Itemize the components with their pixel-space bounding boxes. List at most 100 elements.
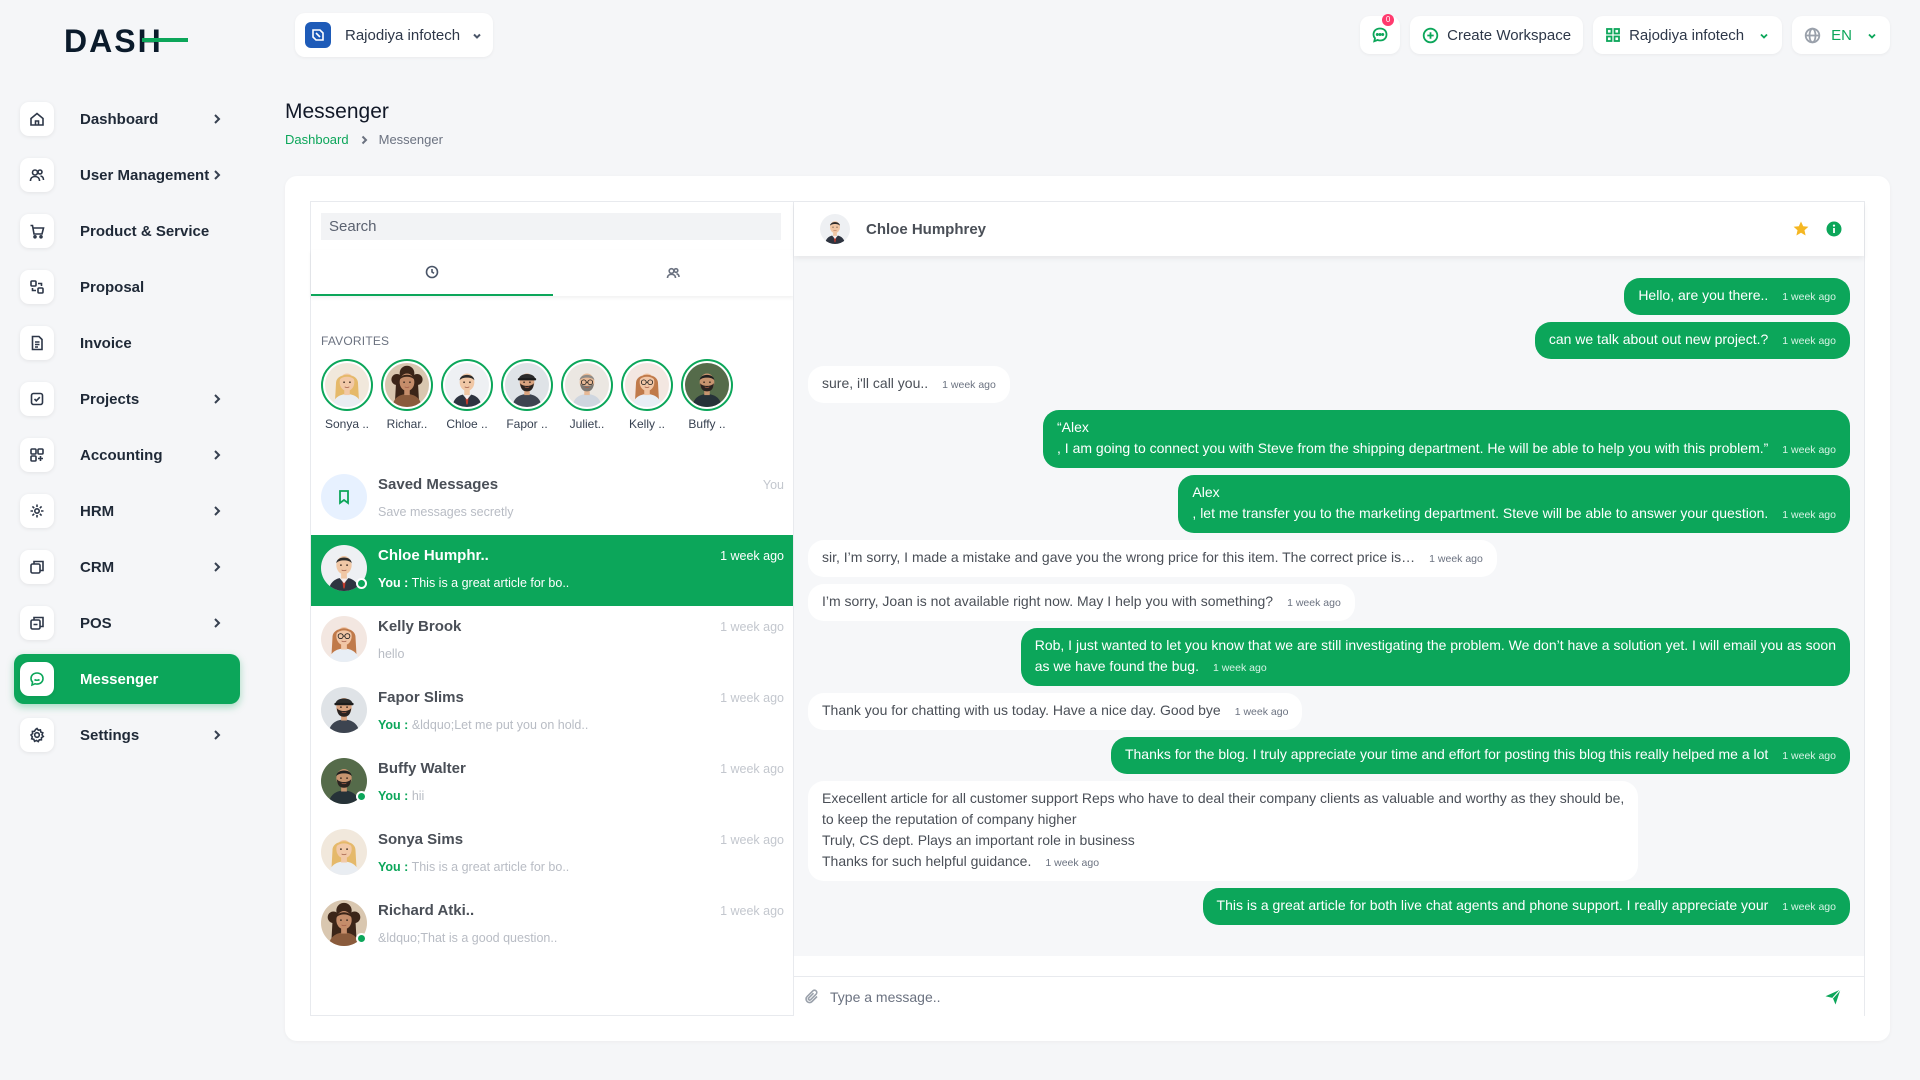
message-bubble[interactable]: sir, I’m sorry, I made a mistake and gav… <box>808 540 1497 577</box>
favorite-contact[interactable]: Buffy .. <box>681 359 733 431</box>
conversation-item[interactable]: Chloe Humphr.. You : This is a great arti… <box>311 535 794 606</box>
message-bubble[interactable]: This is a great article for both live ch… <box>1202 888 1850 925</box>
message-line: to keep the reputation of company higher <box>822 809 1624 830</box>
conversation-item[interactable]: Fapor Slims You : &ldquo;Let me put you o… <box>311 677 794 748</box>
favorite-contact[interactable]: Chloe .. <box>441 359 493 431</box>
language-label: EN <box>1831 26 1852 44</box>
message-bubble[interactable]: I’m sorry, Joan is not available right n… <box>808 584 1355 621</box>
conversation-item[interactable]: Kelly Brook hello 1 week ago <box>311 606 794 677</box>
sidebar-item-settings[interactable]: Settings <box>14 710 240 760</box>
accounting-icon <box>20 438 54 472</box>
chevron-down-icon <box>471 29 483 41</box>
sent-message-row: “Alex , I am going to connect you with St… <box>808 410 1850 468</box>
conversation-item[interactable]: Richard Atki.. &ldquo;That is a good ques… <box>311 890 794 961</box>
sidebar-item-hrm[interactable]: HRM <box>14 486 240 536</box>
info-icon[interactable] <box>1826 221 1842 237</box>
message-line: sure, i'll call you.. 1 week ago <box>822 373 996 396</box>
messages-notification-button[interactable]: 0 <box>1360 14 1401 54</box>
message-composer <box>794 976 1864 1016</box>
favorite-name: Buffy .. <box>688 417 726 431</box>
sidebar-item-pos[interactable]: POS <box>14 598 240 648</box>
dash-logo: DASH <box>64 23 188 58</box>
received-message-row: sure, i'll call you.. 1 week ago <box>808 366 1850 403</box>
sidebar-item-dashboard[interactable]: Dashboard <box>14 94 240 144</box>
workspace-selector[interactable]: Rajodiya infotech <box>295 13 493 57</box>
projects-icon <box>20 382 54 416</box>
sidebar: Dashboard User Management Product & Servic… <box>14 94 240 766</box>
message-bubble[interactable]: Thank you for chatting with us today. Ha… <box>808 693 1303 730</box>
favorite-contact[interactable]: Richar.. <box>381 359 433 431</box>
conversation-item[interactable]: Buffy Walter You : hii 1 week ago <box>311 748 794 819</box>
create-workspace-button[interactable]: Create Workspace <box>1410 16 1584 54</box>
proposal-icon <box>20 270 54 304</box>
avatar <box>621 359 673 411</box>
favorite-contact[interactable]: Fapor .. <box>501 359 553 431</box>
sidebar-item-proposal[interactable]: Proposal <box>14 262 240 312</box>
message-line: Hello, are you there.. 1 week ago <box>1638 285 1836 308</box>
preview-text: &ldquo;That is a good question.. <box>378 931 558 945</box>
message-time: 1 week ago <box>1429 553 1483 565</box>
workspace-switcher-label: Rajodiya infotech <box>1629 26 1745 44</box>
message-bubble[interactable]: Alex , let me transfer you to the marketi… <box>1178 475 1850 533</box>
sidebar-item-label: Settings <box>80 726 140 744</box>
sidebar-item-label: Invoice <box>80 334 132 352</box>
conversation-preview: You : This is a great article for bo.. <box>378 860 784 874</box>
you-label: You : <box>378 718 409 732</box>
favorite-contact[interactable]: Juliet.. <box>561 359 613 431</box>
chevron-right-icon <box>210 448 224 462</box>
invoice-icon <box>20 326 54 360</box>
pos-icon <box>20 606 54 640</box>
breadcrumb-dashboard-link[interactable]: Dashboard <box>285 132 349 147</box>
message-bubble[interactable]: Thanks for the blog. I truly appreciate … <box>1110 737 1850 774</box>
send-icon[interactable] <box>1824 988 1842 1006</box>
sidebar-item-crm[interactable]: CRM <box>14 542 240 592</box>
saved-messages-item[interactable]: Saved Messages Save messages secretly Yo… <box>311 464 794 535</box>
chevron-right-icon <box>210 168 224 182</box>
breadcrumb: Dashboard Messenger <box>285 132 443 147</box>
sidebar-item-label: Product & Service <box>80 222 210 240</box>
attachment-icon[interactable] <box>804 988 822 1006</box>
message-bubble[interactable]: “Alex , I am going to connect you with St… <box>1043 410 1850 468</box>
online-status-dot <box>356 933 367 944</box>
message-text: Alex <box>1192 484 1220 500</box>
message-bubble[interactable]: Execellent article for all customer supp… <box>808 781 1639 881</box>
avatar <box>501 359 553 411</box>
you-label: You : <box>378 860 409 874</box>
sidebar-item-label: Accounting <box>80 446 163 464</box>
language-selector[interactable]: EN <box>1792 16 1890 54</box>
sidebar-item-product-service[interactable]: Product & Service <box>14 206 240 256</box>
message-bubble[interactable]: Hello, are you there.. 1 week ago <box>1624 278 1850 315</box>
message-bubble[interactable]: Rob, I just wanted to let you know that … <box>1020 628 1850 686</box>
favorite-contact[interactable]: Sonya .. <box>321 359 373 431</box>
message-line: , I am going to connect you with Steve f… <box>1057 438 1836 461</box>
conversation-preview: &ldquo;That is a good question.. <box>378 931 784 945</box>
sidebar-item-messenger[interactable]: Messenger <box>14 654 240 704</box>
sidebar-item-projects[interactable]: Projects <box>14 374 240 424</box>
message-line: can we talk about out new project.? 1 wee… <box>1549 329 1836 352</box>
message-line: Thank you for chatting with us today. Ha… <box>822 700 1288 723</box>
avatar <box>321 545 367 591</box>
message-bubble[interactable]: sure, i'll call you.. 1 week ago <box>808 366 1010 403</box>
message-text: Thanks for such helpful guidance. <box>822 853 1032 869</box>
sidebar-item-accounting[interactable]: Accounting <box>14 430 240 480</box>
tab-recent[interactable] <box>311 250 553 296</box>
topbar-actions: 0 Create Workspace Rajodiya infotech EN <box>1360 14 1890 54</box>
sidebar-item-invoice[interactable]: Invoice <box>14 318 240 368</box>
sidebar-item-user-management[interactable]: User Management <box>14 150 240 200</box>
tab-contacts[interactable] <box>553 250 795 296</box>
workspace-switcher[interactable]: Rajodiya infotech <box>1593 16 1783 54</box>
message-bubble[interactable]: can we talk about out new project.? 1 wee… <box>1534 322 1850 359</box>
message-time: 1 week ago <box>1782 509 1836 521</box>
chat-contact-avatar[interactable] <box>820 214 850 244</box>
favorite-contact[interactable]: Kelly .. <box>621 359 673 431</box>
contacts-search-input[interactable] <box>321 213 781 240</box>
conversation-item[interactable]: Sonya Sims You : This is a great article … <box>311 819 794 890</box>
favorite-star-icon[interactable] <box>1792 220 1810 238</box>
avatar <box>321 616 367 662</box>
message-input[interactable] <box>830 988 1824 1005</box>
message-line: sir, I’m sorry, I made a mistake and gav… <box>822 547 1483 570</box>
sent-message-row: can we talk about out new project.? 1 wee… <box>808 322 1850 359</box>
message-text: sure, i'll call you.. <box>822 375 929 391</box>
sent-message-row: Hello, are you there.. 1 week ago <box>808 278 1850 315</box>
message-time: 1 week ago <box>1287 597 1341 609</box>
